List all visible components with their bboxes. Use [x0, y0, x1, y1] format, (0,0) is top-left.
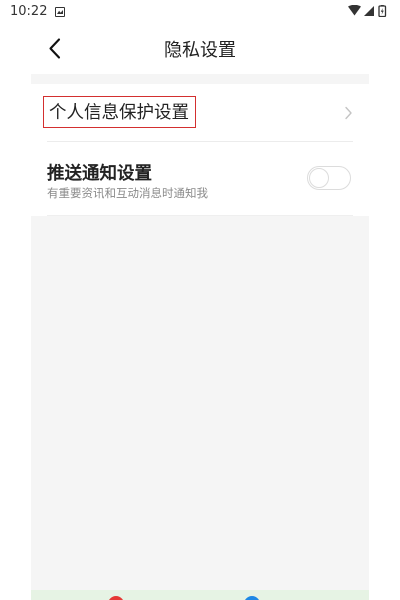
privacy-protection-settings-item[interactable]: 个人信息保护设置 [31, 84, 369, 141]
push-notification-settings-item: 推送通知设置 有重要资讯和互动消息时通知我 [31, 142, 369, 216]
title-bar: 隐私设置 [0, 24, 400, 74]
image-notification-icon [55, 7, 65, 17]
push-notification-subtitle: 有重要资讯和互动消息时通知我 [47, 186, 208, 200]
push-notification-toggle[interactable] [307, 166, 351, 190]
chevron-left-icon [49, 38, 61, 59]
status-bar: 10:22 [0, 0, 400, 24]
cellular-signal-icon [364, 6, 374, 16]
push-notification-title: 推送通知设置 [47, 164, 152, 184]
toggle-knob [309, 168, 329, 188]
status-icons [348, 5, 388, 17]
status-time: 10:22 [10, 4, 48, 19]
wifi-icon [348, 5, 361, 16]
privacy-protection-settings-label: 个人信息保护设置 [43, 96, 196, 128]
divider [47, 215, 353, 216]
blue-dot-icon[interactable] [244, 596, 260, 600]
back-button[interactable] [40, 34, 70, 64]
bottom-navigation-bar [31, 590, 369, 600]
red-dot-icon[interactable] [108, 596, 124, 600]
battery-charging-icon [378, 5, 387, 17]
privacy-settings-screen: 10:22 隐私设置 个人信息保护设置 推送通知设置 有重要资讯和互动消息时通知… [0, 0, 400, 600]
settings-card: 个人信息保护设置 推送通知设置 有重要资讯和互动消息时通知我 [31, 84, 369, 216]
chevron-right-icon [345, 106, 352, 120]
